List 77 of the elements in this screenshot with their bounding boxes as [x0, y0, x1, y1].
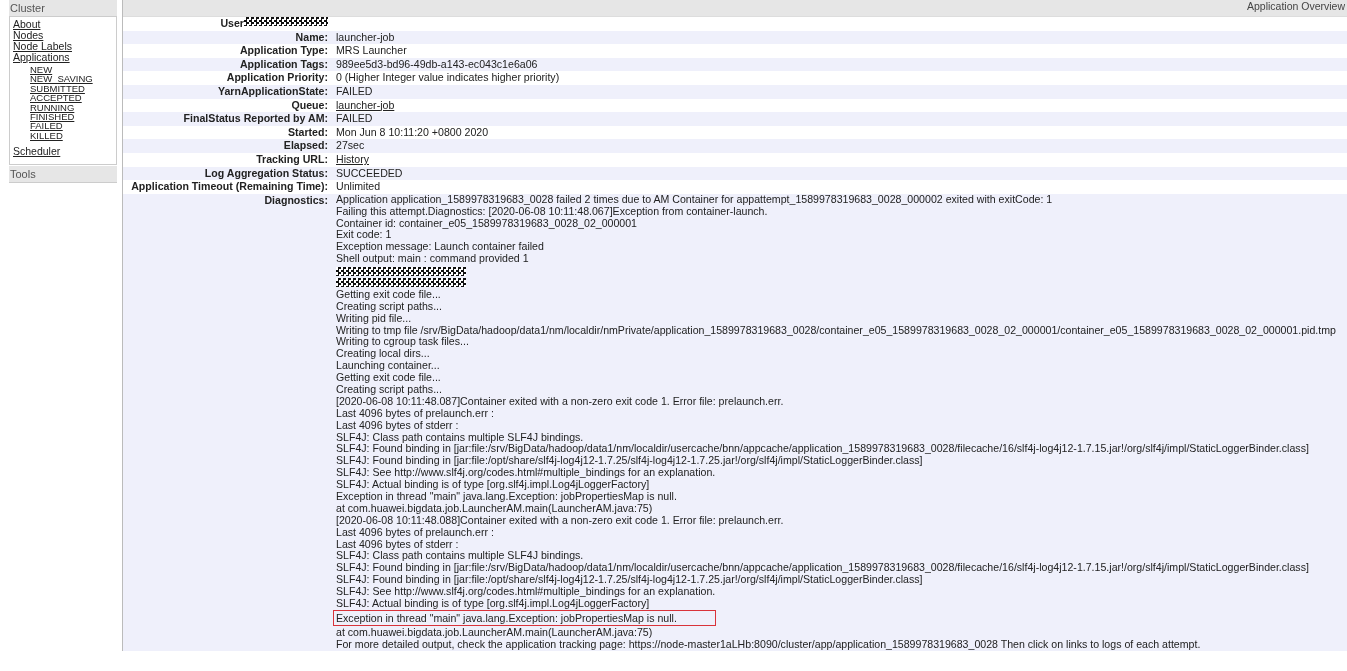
log-line: SLF4J: Class path contains multiple SLF4J bindings. — [336, 550, 584, 563]
field-value: Mon Jun 8 10:11:20 +0800 2020 — [336, 125, 489, 138]
log-line: Exception in thread "main" java.lang.Exception: jobPropertiesMap is null. — [336, 491, 677, 503]
field-value: 0 (Higher Integer value indicates higher priority) — [336, 71, 560, 84]
sidebar-link[interactable]: SUBMITTED — [30, 83, 85, 94]
field-value: 27sec — [336, 139, 365, 152]
log-line: Shell output: main : command provided 1 — [336, 253, 529, 266]
log-line: SLF4J: See http://www.slf4j.org/codes.html#multiple_bindings for an explanation. — [336, 467, 716, 480]
field-label: Started: — [287, 125, 328, 140]
field-value: FAILED — [336, 112, 373, 125]
log-line: [2020-06-08 10:11:48.088]Container exited with a non-zero exit code 1. Error file: prelaunch.err. — [336, 514, 784, 527]
log-line: Container id: container_e05_1589978319683_0028_02_000001 — [336, 217, 638, 230]
field-label: Application Timeout (Remaining Time): — [131, 180, 328, 194]
sidebar-link[interactable]: Scheduler — [13, 146, 61, 158]
sidebar-link[interactable]: NEW — [30, 65, 53, 75]
log-line: Failing this attempt.Diagnostics: [2020-06-08 10:11:48.067]Exception from container-launch. — [336, 205, 768, 218]
field-value: SUCCEEDED — [336, 166, 403, 179]
log-line: Creating script paths... — [336, 383, 442, 396]
log-line: Last 4096 bytes of prelaunch.err : — [336, 526, 494, 539]
log-line: Application application_1589978319683_0028 failed 2 times due to AM Container for appattempt_1589978319683_0028_000002 exited with exitCode: 1 — [336, 193, 1053, 206]
field-value: Unlimited — [336, 180, 381, 193]
log-line: Exit code: 1 — [336, 229, 392, 242]
field-label: Tracking URL: — [256, 152, 328, 167]
field-label: Application Tags: — [239, 57, 328, 72]
log-line: Exception message: Launch container failed — [336, 241, 544, 254]
log-line: Getting exit code file... — [336, 288, 441, 301]
log-line: SLF4J: Found binding in [jar:file:/opt/share/slf4j-log4j12-1.7.25/slf4j-log4j12-1.7.25.jar!/org/slf4j/impl/StaticLoggerBinder.class] — [336, 455, 923, 468]
log-line: SLF4J: Found binding in [jar:file:/srv/BigData/hadoop/data1/nm/localdir/usercache/bnn/appcache/application_1589978319683_0028/filecache/16/slf4j-log4j12-1.7.15.jar!/org/slf4j/impl/StaticLoggerBinder.class] — [336, 443, 1309, 456]
sidebar-link[interactable]: FINISHED — [30, 112, 75, 122]
log-line: Creating script paths... — [336, 300, 442, 313]
sidebar-link[interactable]: FAILED — [30, 121, 63, 131]
sidebar-link[interactable]: ACCEPTED — [30, 93, 82, 103]
log-line: Last 4096 bytes of stderr : — [336, 538, 459, 551]
log-line: Writing to tmp file /srv/BigData/hadoop/data1/nm/localdir/nmPrivate/application_1589978319683_0028/container_e05_1589978319683_0028_02_000001/container_e05_1589978319683_0028_02_000001.pid.tmp — [336, 324, 1336, 337]
log-line: SLF4J: Found binding in [jar:file:/opt/share/slf4j-log4j12-1.7.25/slf4j-log4j12-1.7.25.jar!/org/slf4j/impl/StaticLoggerBinder.class] — [336, 574, 923, 587]
field-value: MRS Launcher — [336, 44, 407, 57]
sidebar-link[interactable]: Node Labels — [13, 41, 72, 52]
log-line: Last 4096 bytes of prelaunch.err : — [336, 407, 494, 420]
log-line: at com.huawei.bigdata.job.LauncherAM.main(LauncherAM.java:75) — [336, 502, 653, 515]
log-line: Getting exit code file... — [336, 372, 441, 384]
sidebar-header: Cluster — [9, 0, 117, 17]
field-link[interactable]: launcher-job — [336, 98, 395, 111]
sidebar-link[interactable]: Applications — [13, 52, 70, 63]
field-value: 989ee5d3-bd96-49db-a143-ec043c1e6a06 — [336, 57, 538, 70]
field-value: launcher-job — [336, 30, 395, 43]
field-label: Diagnostics: — [264, 193, 328, 208]
sidebar-link[interactable]: About — [13, 19, 41, 30]
field-label: FinalStatus Reported by AM: — [183, 112, 328, 126]
log-line: Launching container... — [336, 360, 440, 373]
log-line: Creating local dirs... — [336, 348, 430, 361]
log-line: SLF4J: Found binding in [jar:file:/srv/BigData/hadoop/data1/nm/localdir/usercache/bnn/appcache/application_1589978319683_0028/filecache/16/slf4j-log4j12-1.7.15.jar!/org/slf4j/impl/StaticLoggerBinder.class] — [336, 562, 1309, 575]
sidebar-link[interactable]: Nodes — [13, 30, 44, 41]
log-line: SLF4J: Actual binding is of type [org.slf4j.impl.Log4jLoggerFactory] — [336, 598, 650, 610]
field-label: Name: — [295, 30, 328, 45]
log-line: SLF4J: Actual binding is of type [org.slf4j.impl.Log4jLoggerFactory] — [336, 479, 650, 491]
field-label: Elapsed: — [283, 139, 328, 153]
sidebar-link[interactable]: KILLED — [30, 130, 63, 141]
sidebar-link[interactable]: NEW_SAVING — [30, 74, 93, 84]
field-label: Application Type: — [239, 44, 328, 58]
section-title: Application Overview — [1246, 0, 1346, 12]
log-line: [2020-06-08 10:11:48.087]Container exited with a non-zero exit code 1. Error file: prelaunch.err. — [336, 395, 784, 408]
field-value: FAILED — [336, 84, 373, 97]
log-line: Writing pid file... — [336, 312, 412, 325]
field-label: User — [220, 17, 244, 31]
field-label: Queue: — [291, 98, 328, 113]
log-line: Writing to cgroup task files... — [336, 336, 469, 349]
log-line: SLF4J: Class path contains multiple SLF4J bindings. — [336, 431, 584, 444]
log-line: SLF4J: See http://www.slf4j.org/codes.html#multiple_bindings for an explanation. — [336, 586, 716, 598]
field-link[interactable]: History — [336, 152, 369, 165]
log-line: Last 4096 bytes of stderr : — [336, 419, 459, 432]
field-label: Application Priority: — [226, 71, 328, 85]
log-line: For more detailed output, check the application tracking page: https://node-master1aLHb:8090/cluster/app/application_1589978319683_0028 Then click on links to logs of each attempt. — [336, 638, 1201, 651]
log-line: at com.huawei.bigdata.job.LauncherAM.main(LauncherAM.java:75) — [336, 626, 653, 639]
sidebar-link[interactable]: RUNNING — [30, 102, 75, 113]
field-label: YarnApplicationState: — [217, 84, 328, 99]
sidebar-header: Tools — [9, 166, 117, 184]
field-label: Log Aggregation Status: — [204, 166, 328, 181]
